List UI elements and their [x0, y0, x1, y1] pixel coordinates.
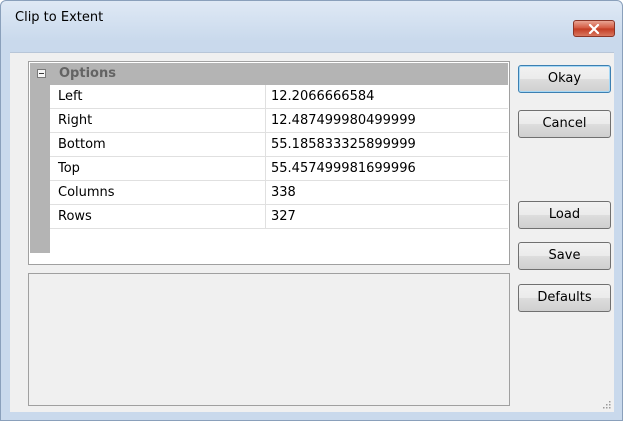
property-name: Right	[58, 113, 93, 128]
resize-grip-icon[interactable]	[601, 399, 611, 409]
property-row-rows[interactable]: Rows 327	[50, 205, 508, 229]
property-row-columns[interactable]: Columns 338	[50, 181, 508, 205]
property-row-right[interactable]: Right 12.487499980499999	[50, 109, 508, 133]
property-name: Top	[58, 161, 80, 176]
window-title: Clip to Extent	[15, 10, 104, 25]
column-divider[interactable]	[265, 205, 266, 229]
property-name: Rows	[58, 209, 92, 224]
cancel-button[interactable]: Cancel	[518, 110, 611, 138]
property-name: Columns	[58, 185, 115, 200]
category-label: Options	[59, 66, 116, 81]
property-grid: Options Left 12.2066666584 Right 12.4874…	[28, 61, 510, 265]
property-value[interactable]: 55.457499981699996	[271, 161, 416, 176]
save-button[interactable]: Save	[518, 242, 611, 270]
load-button[interactable]: Load	[518, 201, 611, 229]
column-divider[interactable]	[265, 157, 266, 181]
close-button[interactable]	[573, 20, 615, 37]
title-bar[interactable]: Clip to Extent	[1, 1, 622, 37]
dialog-window: Clip to Extent Options Left 12.206666658…	[0, 0, 623, 421]
collapse-icon[interactable]	[37, 69, 46, 78]
grid-gutter	[30, 85, 50, 253]
column-divider[interactable]	[265, 181, 266, 205]
dialog-client-area: Options Left 12.2066666584 Right 12.4874…	[10, 52, 614, 412]
property-row-top[interactable]: Top 55.457499981699996	[50, 157, 508, 181]
property-value[interactable]: 327	[271, 209, 296, 224]
property-name: Bottom	[58, 137, 106, 152]
property-value[interactable]: 12.2066666584	[271, 89, 374, 104]
description-panel	[28, 273, 510, 406]
property-value[interactable]: 12.487499980499999	[271, 113, 416, 128]
okay-button[interactable]: Okay	[518, 65, 611, 93]
close-icon	[588, 23, 600, 34]
property-name: Left	[58, 89, 83, 104]
property-value[interactable]: 55.185833325899999	[271, 137, 416, 152]
category-row-options[interactable]: Options	[30, 63, 508, 85]
defaults-button[interactable]: Defaults	[518, 284, 611, 312]
property-row-bottom[interactable]: Bottom 55.185833325899999	[50, 133, 508, 157]
property-row-left[interactable]: Left 12.2066666584	[50, 85, 508, 109]
column-divider[interactable]	[265, 85, 266, 109]
property-value[interactable]: 338	[271, 185, 296, 200]
column-divider[interactable]	[265, 133, 266, 157]
column-divider[interactable]	[265, 109, 266, 133]
